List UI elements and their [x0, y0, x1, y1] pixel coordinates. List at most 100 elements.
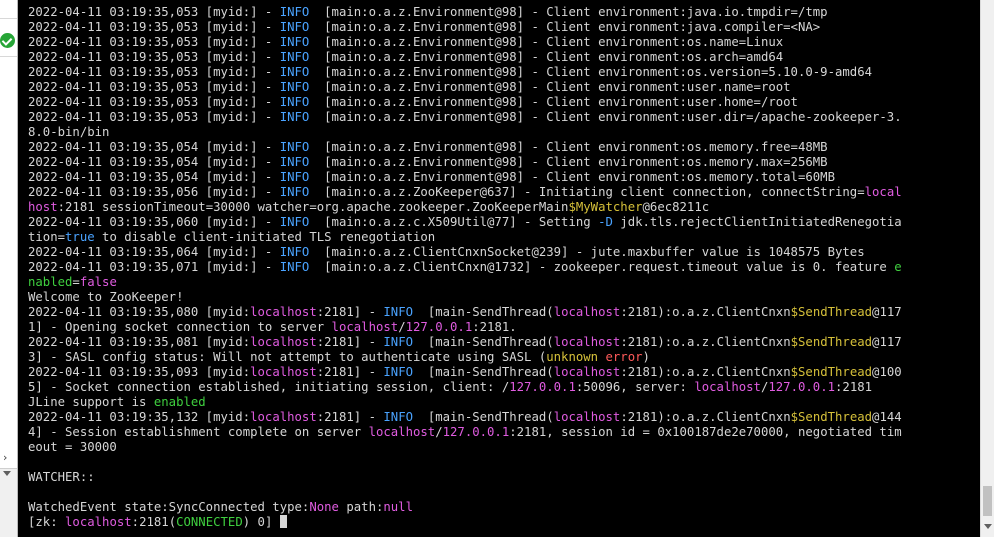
- vertical-scrollbar[interactable]: [980, 0, 994, 537]
- terminal-text: ): [642, 350, 650, 364]
- sidebar-scrollbar[interactable]: [0, 468, 17, 537]
- terminal-line: 2022-04-11 03:19:35,060 [myid:] - INFO […: [28, 215, 980, 230]
- chevron-right-icon[interactable]: ›: [3, 452, 7, 464]
- terminal-text: e: [894, 260, 902, 274]
- terminal-text: nabled: [28, 275, 73, 289]
- terminal-text: [main-SendThread(: [413, 365, 554, 379]
- terminal-text: host: [28, 200, 58, 214]
- terminal-text: $MyWatcher: [568, 200, 643, 214]
- terminal-text: [main-SendThread(: [413, 410, 554, 424]
- terminal-text: :2181):o.a.z.ClientCnxn: [620, 365, 791, 379]
- terminal-line: 1] - Opening socket connection to server…: [28, 320, 980, 335]
- terminal-text: INFO: [279, 245, 310, 259]
- terminal-text: [main:o.a.z.Environment@98] - Client env…: [309, 5, 828, 19]
- terminal-line: 2022-04-11 03:19:35,053 [myid:] - INFO […: [28, 50, 980, 65]
- terminal-text: [main:o.a.z.Environment@98] - Client env…: [309, 95, 798, 109]
- terminal-text: [zk:: [28, 515, 66, 529]
- terminal-text: INFO: [279, 35, 310, 49]
- terminal-text: :2181] -: [316, 305, 384, 319]
- terminal-line: tion=true to disable client-initiated TL…: [28, 230, 980, 245]
- terminal-text: INFO: [279, 65, 310, 79]
- scroll-down-arrow-icon[interactable]: [984, 524, 992, 529]
- terminal-text: 2022-04-11 03:19:35,053 [myid:] -: [28, 80, 280, 94]
- terminal-text: 2022-04-11 03:19:35,060 [myid:] -: [28, 215, 280, 229]
- terminal-text: enabled: [153, 395, 206, 409]
- terminal-text: 2022-04-11 03:19:35,053 [myid:] -: [28, 5, 280, 19]
- terminal-text: INFO: [383, 305, 414, 319]
- terminal-text: :2181] -: [316, 335, 384, 349]
- terminal-text: localhost: [553, 335, 621, 349]
- terminal-line: eout = 30000: [28, 440, 980, 455]
- terminal-text: localhost: [694, 380, 761, 394]
- terminal-line: 2022-04-11 03:19:35,056 [myid:] - INFO […: [28, 185, 980, 200]
- terminal-text: INFO: [279, 185, 310, 199]
- terminal-text: :2181):o.a.z.ClientCnxn: [620, 305, 791, 319]
- terminal-text: INFO: [279, 20, 310, 34]
- terminal-text: :50096, server:: [575, 380, 695, 394]
- terminal-line: 2022-04-11 03:19:35,053 [myid:] - INFO […: [28, 35, 980, 50]
- terminal-text: 2022-04-11 03:19:35,054 [myid:] -: [28, 155, 280, 169]
- terminal-text: @144: [872, 410, 902, 424]
- terminal-text: 2022-04-11 03:19:35,080 [myid:: [28, 305, 251, 319]
- terminal-text: 2022-04-11 03:19:35,053 [myid:] -: [28, 110, 280, 124]
- terminal-text: :2181):o.a.z.ClientCnxn: [620, 335, 791, 349]
- terminal-line: 8.0-bin/bin: [28, 125, 980, 140]
- terminal-text: /: [435, 425, 443, 439]
- scroll-down-icon[interactable]: [3, 471, 11, 476]
- terminal-text: eout = 30000: [28, 440, 117, 454]
- terminal-text: @6ec8211c: [642, 200, 710, 214]
- terminal-text: [main:o.a.z.Environment@98] - Client env…: [309, 110, 902, 124]
- terminal-text: [main:o.a.z.Environment@98] - Client env…: [309, 155, 828, 169]
- terminal-line: [zk: localhost:2181(CONNECTED) 0]: [28, 515, 980, 530]
- app-window: › 2022-04-11 03:19:35,053 [myid:] - INFO…: [0, 0, 994, 537]
- terminal-text: 2022-04-11 03:19:35,053 [myid:] -: [28, 35, 280, 49]
- terminal-text: -D: [598, 215, 613, 229]
- terminal-text: [main:o.a.z.Environment@98] - Client env…: [309, 80, 791, 94]
- terminal-text: 127.0.0.1: [442, 425, 510, 439]
- sidebar-divider: [0, 56, 17, 57]
- terminal-line: 5] - Socket connection established, init…: [28, 380, 980, 395]
- terminal-text: INFO: [279, 155, 310, 169]
- terminal-text: 2022-04-11 03:19:35,056 [myid:] -: [28, 185, 280, 199]
- terminal-text: @117: [872, 335, 902, 349]
- terminal-text: :2181: [835, 380, 873, 394]
- terminal-text: localhost: [553, 410, 621, 424]
- terminal-line: 2022-04-11 03:19:35,081 [myid: localhost:…: [28, 335, 980, 350]
- terminal-cursor: [279, 515, 287, 528]
- terminal-output[interactable]: 2022-04-11 03:19:35,053 [myid:] - INFO […: [28, 5, 980, 535]
- terminal-line: 2022-04-11 03:19:35,064 [myid:] - INFO […: [28, 245, 980, 260]
- terminal-text: :2181 sessionTimeout=30000 watcher=org.a…: [57, 200, 569, 214]
- terminal-text: $SendThread: [790, 365, 873, 379]
- terminal-text: localhost: [553, 365, 621, 379]
- terminal-text: JLine support is: [28, 395, 154, 409]
- terminal-text: CONNECTED: [176, 515, 243, 529]
- terminal-line: 2022-04-11 03:19:35,054 [myid:] - INFO […: [28, 170, 980, 185]
- terminal-text: [main-SendThread(: [413, 335, 554, 349]
- terminal-text: local: [864, 185, 902, 199]
- terminal-text: null: [383, 500, 413, 514]
- terminal-text: :2181, session id = 0x100187de2e70000, n…: [509, 425, 902, 439]
- terminal-text: [main:o.a.z.Environment@98] - Client env…: [309, 35, 784, 49]
- terminal-text: localhost: [250, 305, 317, 319]
- terminal-line: 2022-04-11 03:19:35,053 [myid:] - INFO […: [28, 110, 980, 125]
- terminal-text: INFO: [279, 95, 310, 109]
- terminal-line: 4] - Session establishment complete on s…: [28, 425, 980, 440]
- terminal-text: :2181):o.a.z.ClientCnxn: [620, 410, 791, 424]
- scrollbar-thumb[interactable]: [983, 486, 992, 516]
- terminal-text: $SendThread: [790, 410, 873, 424]
- terminal-text: :2181] -: [316, 365, 384, 379]
- terminal-text: localhost: [250, 410, 317, 424]
- terminal-text: [main-SendThread(: [413, 305, 554, 319]
- terminal-text: =: [72, 275, 80, 289]
- terminal-text: ) 0]: [242, 515, 280, 529]
- terminal-text: INFO: [279, 50, 310, 64]
- terminal-text: 127.0.0.1: [768, 380, 836, 394]
- terminal-text: INFO: [279, 215, 310, 229]
- terminal-text: path:: [338, 500, 384, 514]
- terminal-text: WatchedEvent state:SyncConnected type:: [28, 500, 310, 514]
- terminal-line: 3] - SASL config status: Will not attemp…: [28, 350, 980, 365]
- terminal-text: 2022-04-11 03:19:35,081 [myid:: [28, 335, 251, 349]
- terminal-text: [main:o.a.z.ClientCnxnSocket@239] - jute…: [309, 245, 865, 259]
- terminal-text: :2181] -: [316, 410, 384, 424]
